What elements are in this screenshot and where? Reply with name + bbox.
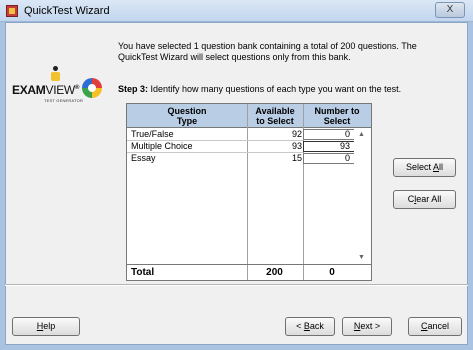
close-button[interactable]: X	[435, 2, 465, 18]
logo-figure-icon	[50, 66, 60, 82]
number-to-select-input[interactable]: 93	[303, 141, 355, 152]
question-type-grid: Question Type Available to Select Number t…	[126, 103, 372, 281]
logo-swirl-icon	[82, 78, 102, 98]
column-header-available: Available to Select	[247, 104, 303, 128]
footer-separator-highlight	[5, 285, 468, 286]
row-available: 93	[291, 141, 302, 151]
row-type: Essay	[131, 153, 156, 163]
number-to-select-input[interactable]: 0	[303, 129, 355, 140]
scroll-up-icon[interactable]: ▲	[354, 128, 369, 141]
total-available: 200	[266, 267, 283, 278]
row-available: 15	[291, 153, 302, 163]
row-available: 92	[291, 129, 302, 139]
grid-scrollbar[interactable]: ▲ ▼	[354, 128, 369, 264]
back-button[interactable]: < Back	[285, 317, 335, 336]
number-to-select-input[interactable]: 0	[303, 153, 355, 164]
window-title: QuickTest Wizard	[24, 5, 110, 17]
clear-all-button[interactable]: Clear All	[393, 190, 456, 209]
select-all-button[interactable]: Select All	[393, 158, 456, 177]
total-row: Total 200 0	[127, 264, 371, 280]
logo-wordmark: EXAMVIEW®	[12, 83, 80, 97]
total-selected: 0	[329, 267, 335, 278]
row-type: Multiple Choice	[131, 141, 193, 151]
step-instruction: Step 3: Identify how many questions of e…	[118, 84, 402, 94]
help-button[interactable]: Help	[12, 317, 80, 336]
table-row: True/False 92 0	[127, 129, 371, 140]
row-type: True/False	[131, 129, 174, 139]
intro-text: You have selected 1 question bank contai…	[118, 41, 417, 62]
table-row: Multiple Choice 93 93	[127, 141, 371, 152]
examview-logo: EXAMVIEW® TEST GENERATOR	[10, 62, 102, 112]
cancel-button[interactable]: Cancel	[408, 317, 462, 336]
table-row: Essay 15 0	[127, 153, 371, 164]
title-bar: QuickTest Wizard X	[0, 0, 473, 22]
app-icon	[6, 5, 18, 17]
next-button[interactable]: Next >	[342, 317, 392, 336]
logo-tagline: TEST GENERATOR	[44, 98, 84, 103]
column-header-type: Question Type	[127, 104, 247, 128]
scroll-down-icon[interactable]: ▼	[354, 251, 369, 264]
column-header-number: Number to Select	[303, 104, 371, 128]
total-label: Total	[131, 267, 155, 278]
wizard-window: QuickTest Wizard X EXAMVIEW® TEST GENERA…	[0, 0, 473, 350]
